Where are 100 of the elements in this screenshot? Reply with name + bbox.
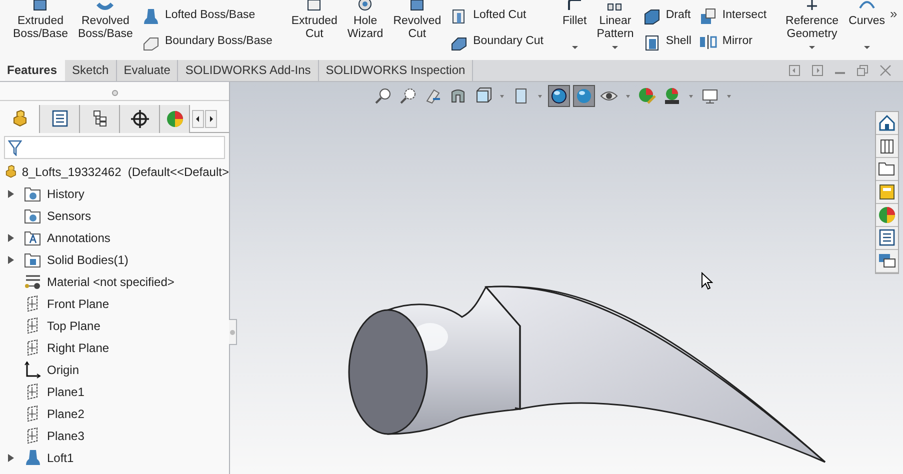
scroll-right-icon[interactable] — [205, 110, 217, 128]
caret-icon[interactable] — [612, 46, 618, 49]
appearance-ball-icon — [878, 206, 896, 224]
revolve-icon — [96, 0, 114, 11]
folder-icon — [878, 160, 896, 178]
extrude-icon — [31, 0, 50, 11]
part-icon — [10, 110, 28, 128]
left-pane-icon[interactable] — [789, 64, 800, 76]
tree-item[interactable]: Material <not specified> — [47, 273, 174, 291]
loft-icon — [142, 8, 160, 24]
ribbon-tab[interactable]: Features — [0, 59, 66, 81]
expand-icon[interactable] — [8, 454, 14, 462]
shell-icon — [642, 34, 661, 50]
appearance-ball-icon — [166, 110, 184, 128]
filter-field[interactable] — [4, 136, 225, 159]
tree-item[interactable]: Annotations — [47, 229, 110, 247]
dropdown-caret-icon[interactable] — [538, 94, 542, 98]
expand-icon[interactable] — [8, 234, 14, 242]
configuration-tree-icon — [90, 110, 108, 128]
folder-icon — [24, 207, 42, 225]
ribbon-button[interactable]: Shell — [642, 32, 692, 52]
monitor-icon — [701, 87, 719, 105]
ribbon-button[interactable]: Draft — [642, 6, 692, 26]
task-pane-button[interactable] — [876, 112, 898, 135]
ribbon-button[interactable]: Curves — [844, 0, 890, 60]
caret-icon[interactable] — [572, 46, 578, 49]
dropdown-caret-icon[interactable] — [500, 94, 504, 98]
task-pane-button[interactable] — [876, 227, 898, 250]
ribbon-button[interactable]: Extruded Cut — [286, 0, 342, 60]
tree-item[interactable]: Plane3 — [47, 427, 84, 445]
ribbon-button[interactable]: Reference Geometry — [780, 0, 844, 60]
ribbon-button[interactable]: Revolved Boss/Base — [72, 0, 138, 60]
intersect-icon — [699, 8, 718, 24]
ribbon-button[interactable]: Boundary Cut — [450, 32, 544, 52]
property-list-icon — [50, 110, 68, 128]
view-toolbar-button[interactable] — [548, 85, 570, 107]
caret-icon[interactable] — [809, 46, 816, 49]
ribbon-button[interactable]: Mirror — [699, 32, 767, 52]
expand-icon[interactable] — [8, 256, 14, 264]
home-icon — [878, 114, 896, 132]
zoom-to-fit-icon — [374, 87, 392, 105]
ribbon-button[interactable]: Intersect — [699, 6, 767, 26]
close-icon[interactable] — [880, 64, 891, 76]
tree-item[interactable]: Loft1 — [47, 449, 74, 467]
zoom-area-icon — [399, 87, 417, 105]
filter-icon — [8, 140, 22, 156]
revolve-cut-icon — [408, 0, 426, 11]
right-pane-icon[interactable] — [812, 64, 823, 76]
ribbon-button[interactable]: Hole Wizard — [342, 0, 388, 60]
view-orientation-icon — [474, 87, 492, 105]
ribbon-button[interactable]: Lofted Boss/Base — [142, 6, 272, 26]
part-name[interactable]: 8_Lofts_19332462 (Default<<Default> — [22, 163, 229, 181]
property-list-icon — [878, 229, 896, 247]
panel-tab[interactable] — [80, 104, 120, 132]
section-view-icon — [449, 87, 467, 105]
tree-item[interactable]: Plane1 — [47, 383, 84, 401]
draft-icon — [642, 8, 661, 24]
loft-feature-icon — [24, 449, 42, 467]
cursor-icon — [701, 272, 713, 290]
curve-icon — [858, 0, 876, 11]
dropdown-caret-icon[interactable] — [727, 94, 731, 98]
origin-axes-icon — [24, 361, 42, 379]
ribbon-button[interactable]: Fillet — [557, 0, 592, 60]
tree-item[interactable]: History — [47, 185, 84, 203]
expand-icon[interactable] — [8, 190, 14, 198]
scroll-left-icon[interactable] — [192, 110, 204, 128]
mirror-icon — [699, 34, 718, 50]
edit-appearance-icon — [638, 87, 656, 105]
ribbon-button[interactable]: Extruded Boss/Base — [8, 0, 73, 60]
tree-item[interactable]: Right Plane — [47, 339, 110, 357]
material-icon — [24, 273, 42, 291]
tree-item[interactable]: Top Plane — [47, 317, 100, 335]
folder-icon — [24, 185, 42, 203]
collapse-handle-icon[interactable] — [112, 90, 118, 96]
task-pane-button[interactable] — [876, 204, 898, 227]
tree-item[interactable]: Sensors — [47, 207, 92, 225]
splitter-handle[interactable] — [229, 319, 237, 345]
ribbon-button[interactable]: Lofted Cut — [450, 6, 544, 26]
library-books-icon — [878, 137, 896, 155]
apply-scene-icon — [663, 87, 681, 105]
tree-item[interactable]: Solid Bodies(1) — [47, 251, 128, 269]
tree-item[interactable]: Front Plane — [47, 295, 110, 313]
ribbon-button[interactable]: Linear Pattern — [592, 0, 639, 60]
caret-icon[interactable] — [864, 46, 870, 49]
shaded-edges-icon — [550, 87, 568, 105]
tree-item[interactable]: Plane2 — [47, 405, 84, 423]
graphics-viewport[interactable] — [230, 82, 903, 474]
panel-tab[interactable] — [120, 104, 160, 132]
chat-bubbles-icon — [878, 252, 896, 270]
previous-view-icon — [424, 87, 442, 105]
dropdown-caret-icon[interactable] — [626, 94, 630, 98]
hole-icon — [356, 0, 374, 11]
ribbon-button[interactable]: Boundary Boss/Base — [142, 32, 272, 52]
palette-icon — [878, 183, 896, 201]
more-button[interactable]: » — [890, 4, 898, 24]
restore-icon[interactable] — [857, 64, 868, 76]
panel-tab[interactable] — [40, 104, 80, 132]
ribbon-button[interactable]: Revolved Cut — [388, 0, 446, 60]
tree-item[interactable]: Origin — [47, 361, 80, 379]
dropdown-caret-icon[interactable] — [689, 94, 693, 98]
